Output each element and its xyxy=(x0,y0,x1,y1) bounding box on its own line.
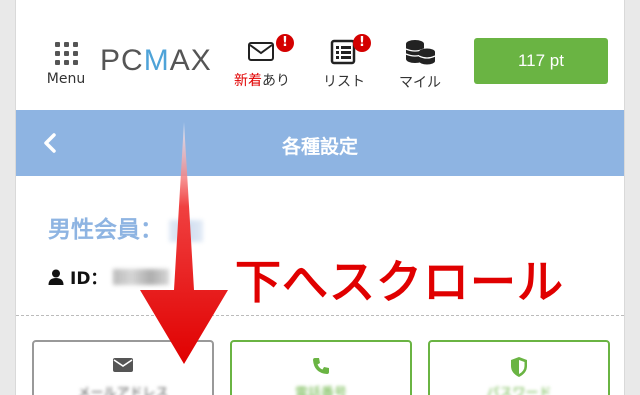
points-button[interactable]: 117 pt xyxy=(474,38,608,84)
phone-settings-button[interactable]: 電話番号 xyxy=(230,340,412,395)
new-mail-badge: ! xyxy=(276,34,294,52)
new-mail-label-red: 新着 xyxy=(234,73,262,89)
phone-icon xyxy=(232,356,410,378)
list-button[interactable]: ! リスト xyxy=(308,34,380,91)
logo-part: M xyxy=(143,44,170,77)
title-bar: 各種設定 xyxy=(16,110,624,176)
scroll-instruction: 下へスクロール xyxy=(235,255,564,309)
scroll-down-arrow xyxy=(140,122,228,364)
new-mail-label: 新着あり xyxy=(226,70,298,90)
new-mail-label-rest: あり xyxy=(262,73,290,89)
shield-icon xyxy=(430,356,608,378)
mile-button[interactable]: マイル xyxy=(384,36,456,92)
email-settings-label: メールアドレス xyxy=(77,386,169,395)
divider xyxy=(16,315,624,316)
page-title: 各種設定 xyxy=(281,136,358,158)
list-badge: ! xyxy=(353,34,371,52)
password-settings-label: パスワード xyxy=(486,386,552,395)
phone-settings-label: 電話番号 xyxy=(294,386,347,395)
header: Menu PCMAX ! 新着あり ! リスト マイル 117 pt xyxy=(16,0,624,110)
menu-button[interactable]: Menu xyxy=(34,42,98,94)
app-frame: Menu PCMAX ! 新着あり ! リスト マイル 117 pt 各種設定 … xyxy=(16,0,624,395)
new-mail-button[interactable]: ! 新着あり xyxy=(226,34,298,90)
menu-label: Menu xyxy=(46,71,86,87)
user-icon xyxy=(48,269,64,285)
logo-part: AX xyxy=(169,44,212,77)
envelope-icon xyxy=(248,42,274,61)
coins-icon xyxy=(405,40,436,65)
grid-icon xyxy=(54,42,78,65)
password-settings-button[interactable]: パスワード xyxy=(428,340,610,395)
pcmax-logo[interactable]: PCMAX xyxy=(100,44,212,78)
user-id-label: ID： xyxy=(70,269,108,289)
mile-label: マイル xyxy=(399,75,441,91)
logo-part: PC xyxy=(100,44,144,77)
list-label: リスト xyxy=(323,74,365,90)
